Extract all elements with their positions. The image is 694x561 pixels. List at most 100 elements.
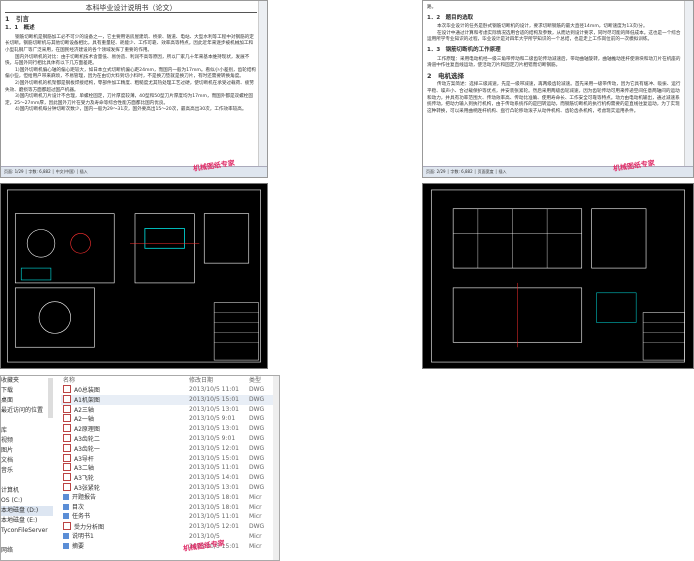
document-body: 本科毕业设计说明书（论文） 1 引言 1．1 概述 钢筋切断机是钢筋加工必不可少… <box>5 5 257 165</box>
file-row[interactable]: A1机架图 2013/10/5 15:01 DWG <box>61 394 279 405</box>
file-name: 开题报告 <box>72 493 97 501</box>
file-date: 2013/10/5 12:01 <box>189 444 239 452</box>
file-name: 说明书1 <box>72 532 94 540</box>
file-row[interactable]: A3导杆 2013/10/5 15:01 DWG <box>61 453 279 464</box>
file-explorer: 收藏夹 下载 桌面 最近访问的位置库视频 图片 文档 音乐计算机 OS (C:) 本地磁盘 (D… <box>0 375 280 561</box>
word-file-icon <box>63 532 69 539</box>
file-list: 名称 修改日期 类型 A0总装图 2013/10/5 11:01 DWG A1机架图 2… <box>61 376 279 560</box>
file-row[interactable]: 摘要 2013/10/5 15:01 Micr <box>61 542 279 552</box>
document-body: 路。 1．2 题目的选取 本次毕业设计的任务是卧式钢筋切断机的设计，要求切断钢筋… <box>427 5 683 165</box>
nav-item[interactable]: 库 <box>1 426 53 436</box>
file-row[interactable]: A3齿轮二 2013/10/5 9:01 DWG <box>61 433 279 444</box>
paragraph: 3)国内切断机刀片设计不合理，单螺栓固定，刀片厚度较薄，40型和50型刀片厚度均… <box>5 94 253 106</box>
file-type: DWG <box>249 415 265 423</box>
nav-item[interactable]: 收藏夹 <box>1 376 53 386</box>
file-row[interactable]: 任务书 2013/10/5 11:01 Micr <box>61 512 279 522</box>
file-date: 2013/10/5 15:01 <box>189 395 239 403</box>
nav-item[interactable]: 桌面 <box>1 396 53 406</box>
nav-item[interactable]: 计算机 <box>1 486 53 496</box>
nav-item[interactable]: 图片 <box>1 446 53 456</box>
file-row[interactable]: A3飞轮 2013/10/5 14:01 DWG <box>61 473 279 483</box>
nav-item[interactable]: 本地磁盘 (D:) <box>1 506 53 516</box>
dwg-file-icon <box>63 414 71 423</box>
file-type: Micr <box>249 513 262 521</box>
nav-scrollbar[interactable] <box>48 378 53 418</box>
paragraph: 钢筋切断机是钢筋加工必不可少的设备之一，它主要用语房屋建筑、桥梁、隧道、电站、大… <box>5 34 254 53</box>
nav-item[interactable]: 视频 <box>1 436 53 446</box>
file-name-cell: 开题报告 <box>63 493 96 503</box>
file-row[interactable]: A3齿轮一 2013/10/5 12:01 DWG <box>61 443 279 454</box>
heading-overview: 1．1 概述 <box>5 25 35 32</box>
file-row[interactable]: A2三轴 2013/10/5 13:01 DWG <box>61 404 279 415</box>
file-name: A1机架图 <box>74 396 100 404</box>
file-row[interactable]: A3二轴 2013/10/5 11:01 DWG <box>61 463 279 473</box>
cad-drawing-canvas <box>7 189 261 363</box>
column-header-date[interactable]: 修改日期 <box>189 376 213 385</box>
column-header-name[interactable]: 名称 <box>63 376 75 385</box>
file-type: DWG <box>249 395 265 403</box>
file-name: A2原理图 <box>74 426 100 434</box>
file-row[interactable]: A3张紧轮 2013/10/5 13:01 DWG <box>61 482 279 493</box>
file-date: 2013/10/5 13:01 <box>189 425 239 433</box>
word-document-page-2: 路。 1．2 题目的选取 本次毕业设计的任务是卧式钢筋切断机的设计，要求切断钢筋… <box>422 0 694 178</box>
file-date: 2013/10/5 13:01 <box>189 483 239 491</box>
file-name: A3飞轮 <box>74 475 94 483</box>
file-date: 2013/10/5 11:01 <box>189 386 239 393</box>
file-row[interactable]: 目次 2013/10/5 18:01 Micr <box>61 503 279 513</box>
file-type: DWG <box>249 474 265 482</box>
vertical-scrollbar[interactable] <box>258 1 267 167</box>
file-date: 2013/10/5 11:01 <box>189 464 239 472</box>
file-name: 摘要 <box>72 542 85 550</box>
dwg-file-icon <box>63 424 71 433</box>
file-list-scrollbar[interactable] <box>273 376 279 560</box>
nav-item <box>1 476 53 486</box>
file-row[interactable]: 说明书1 2013/10/5 Micr <box>61 532 279 542</box>
dwg-file-icon <box>63 385 71 393</box>
vertical-scrollbar[interactable] <box>684 1 693 167</box>
file-row[interactable]: 受力分析图 2013/10/5 12:01 DWG <box>61 522 279 532</box>
file-name: 目次 <box>72 503 85 511</box>
file-type: DWG <box>249 444 265 452</box>
paragraph: 1)国外切断机偏心轴的偏心距较大，如日本立式切断机偏心距24mm，而国内一般为1… <box>5 67 257 80</box>
nav-item[interactable]: 下载 <box>1 386 53 396</box>
paragraph: 传动方案简述：选择三级减速，先是一级带减速，再两级齿轮减速。首先采用一级带传动，… <box>427 82 681 114</box>
heading-topic: 1．2 题目的选取 <box>427 14 474 21</box>
nav-item[interactable]: OS (C:) <box>1 496 53 506</box>
file-date: 2013/10/5 18:01 <box>189 493 239 501</box>
word-file-icon <box>63 513 69 520</box>
file-type: Micr <box>249 503 262 511</box>
file-name: A0总装图 <box>74 387 100 394</box>
file-row[interactable]: A0总装图 2013/10/5 11:01 DWG <box>61 385 279 395</box>
nav-item[interactable]: 音乐 <box>1 466 53 476</box>
paragraph: 国内外切断机的对比：由于切断机技术含量低、易仿造、利润不高等原因，所以厂家几十年… <box>5 54 250 67</box>
word-file-icon <box>63 542 69 549</box>
file-name-cell: 摘要 <box>63 542 84 552</box>
dwg-file-icon <box>63 522 71 531</box>
file-name: A3张紧轮 <box>74 484 100 492</box>
nav-item[interactable]: 网络 <box>1 546 53 556</box>
paragraph: 路。 <box>427 5 437 10</box>
nav-item[interactable]: 文档 <box>1 456 53 466</box>
file-row[interactable]: 开题报告 2013/10/5 18:01 Micr <box>61 493 279 503</box>
file-name: A3二轴 <box>74 465 94 473</box>
nav-item[interactable]: TyconFileServer <box>1 526 53 536</box>
nav-item[interactable]: 本地磁盘 (E:) <box>1 516 53 526</box>
nav-item[interactable]: 最近访问的位置 <box>1 406 53 416</box>
file-date: 2013/10/5 14:01 <box>189 474 239 482</box>
file-name: A2一轴 <box>74 416 94 424</box>
file-date: 2013/10/5 9:01 <box>189 415 236 423</box>
dwg-file-icon <box>63 482 71 491</box>
file-row[interactable]: A2一轴 2013/10/5 9:01 DWG <box>61 414 279 424</box>
file-name: A3齿轮一 <box>74 445 100 453</box>
nav-item <box>1 416 53 426</box>
file-name: 任务书 <box>72 513 91 521</box>
cad-drawing-assembly <box>0 183 268 369</box>
file-row[interactable]: A2原理图 2013/10/5 13:01 DWG <box>61 424 279 434</box>
dwg-file-icon <box>63 394 71 403</box>
heading-principle: 1．3 钢筋切断机的工作原理 <box>427 46 501 53</box>
file-type: DWG <box>249 523 265 531</box>
column-header-type[interactable]: 类型 <box>249 376 261 385</box>
paragraph: 在设计中通过计算和考虑实际情况选用合适的结构及参数，从而达到设计要求，同时尽可能… <box>427 30 681 43</box>
document-header: 本科毕业设计说明书（论文） <box>5 5 257 13</box>
file-date: 2013/10/5 13:01 <box>189 405 239 413</box>
